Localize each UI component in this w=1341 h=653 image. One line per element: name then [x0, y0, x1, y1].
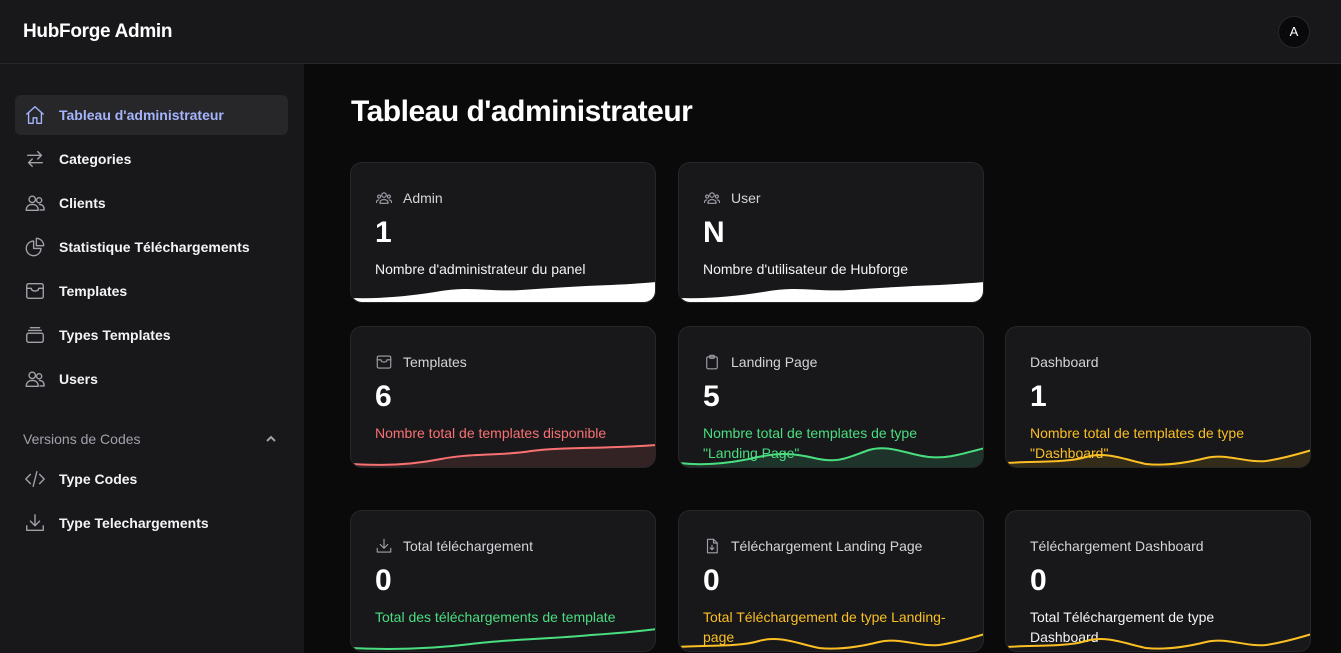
sparkline-dashboard-downloads — [1006, 633, 1310, 650]
sidebar: Tableau d'administrateur Categories Clie… — [0, 64, 304, 653]
archive-box-icon — [376, 355, 392, 369]
sidebar-item-label: Type Telechargements — [59, 515, 209, 531]
stat-card-total-downloads: Total téléchargement 0 Total des télécha… — [350, 510, 656, 652]
app-title: HubForge Admin — [23, 20, 173, 42]
stack-icon — [23, 323, 47, 347]
stat-card-dashboard-downloads: Téléchargement Dashboard 0 Total Télécha… — [1005, 510, 1311, 652]
pie-chart-icon — [23, 235, 47, 259]
card-label: Landing Page — [731, 354, 818, 370]
avatar[interactable]: A — [1278, 15, 1310, 48]
arrows-exchange-icon — [23, 147, 47, 171]
sidebar-item-template-types[interactable]: Types Templates — [15, 315, 288, 355]
stat-card-landing-page: Landing Page 5 Nombre total de templates… — [678, 326, 984, 468]
sidebar-item-templates[interactable]: Templates — [15, 271, 288, 311]
stat-card-user: User N Nombre d'utilisateur de Hubforge — [678, 162, 984, 303]
card-label: Admin — [403, 190, 443, 206]
sparkline-landing-page — [679, 447, 983, 467]
sidebar-item-label: Tableau d'administrateur — [59, 107, 224, 123]
sidebar-item-users[interactable]: Users — [15, 359, 288, 399]
archive-box-icon — [23, 279, 47, 303]
sidebar-item-label: Users — [59, 371, 98, 387]
card-label: Dashboard — [1030, 354, 1099, 370]
card-label: Templates — [403, 354, 467, 370]
card-value: 6 — [375, 380, 392, 413]
sparkline-templates — [351, 444, 655, 467]
card-value: 0 — [1030, 564, 1047, 597]
page-title: Tableau d'administrateur — [351, 95, 693, 128]
card-value: N — [703, 216, 725, 249]
sparkline-user — [679, 282, 983, 302]
document-download-icon — [706, 538, 718, 554]
card-value: 5 — [703, 380, 720, 413]
clipboard-icon — [706, 354, 718, 370]
card-value: 0 — [703, 564, 720, 597]
sidebar-item-label: Type Codes — [59, 471, 138, 487]
card-label: Total téléchargement — [403, 538, 533, 554]
sidebar-item-dashboard[interactable]: Tableau d'administrateur — [15, 95, 288, 135]
card-label: User — [731, 190, 761, 206]
code-brackets-icon — [23, 467, 47, 491]
sparkline-admin — [351, 282, 655, 302]
users-icon — [23, 191, 47, 215]
sidebar-item-label: Categories — [59, 151, 132, 167]
download-icon — [23, 511, 47, 535]
home-icon — [23, 103, 47, 127]
card-value: 1 — [1030, 380, 1047, 413]
users-icon — [703, 192, 721, 204]
sidebar-item-download-stats[interactable]: Statistique Téléchargements — [15, 227, 288, 267]
stat-card-landing-page-downloads: Téléchargement Landing Page 0 Total Télé… — [678, 510, 984, 652]
versions-section-toggle[interactable]: Versions de Codes — [15, 419, 288, 459]
chevron-up-icon — [266, 435, 276, 442]
stat-card-templates: Templates 6 Nombre total de templates di… — [350, 326, 656, 468]
sidebar-item-label: Templates — [59, 283, 128, 299]
stat-card-dashboard: Dashboard 1 Nombre total de templates de… — [1005, 326, 1311, 468]
sparkline-total-downloads — [351, 628, 655, 650]
sidebar-item-clients[interactable]: Clients — [15, 183, 288, 223]
users-icon — [375, 192, 393, 204]
card-label: Téléchargement Landing Page — [731, 538, 923, 554]
section-label: Versions de Codes — [23, 431, 141, 447]
sidebar-item-categories[interactable]: Categories — [15, 139, 288, 179]
download-icon — [376, 538, 392, 553]
sparkline-dashboard — [1006, 449, 1310, 467]
card-value: 0 — [375, 564, 392, 597]
sidebar-item-download-types[interactable]: Type Telechargements — [15, 503, 288, 543]
users-icon — [23, 367, 47, 391]
stat-card-admin: Admin 1 Nombre d'administrateur du panel — [350, 162, 656, 303]
sidebar-item-label: Types Templates — [59, 327, 171, 343]
sidebar-item-type-codes[interactable]: Type Codes — [15, 459, 288, 499]
top-bar: HubForge Admin A — [0, 0, 1341, 64]
main-content: Tableau d'administrateur Admin 1 Nombre … — [304, 64, 1341, 653]
card-value: 1 — [375, 216, 392, 249]
card-label: Téléchargement Dashboard — [1030, 538, 1204, 554]
sidebar-item-label: Clients — [59, 195, 106, 211]
sparkline-landing-page-downloads — [679, 633, 983, 650]
sidebar-item-label: Statistique Téléchargements — [59, 239, 250, 255]
